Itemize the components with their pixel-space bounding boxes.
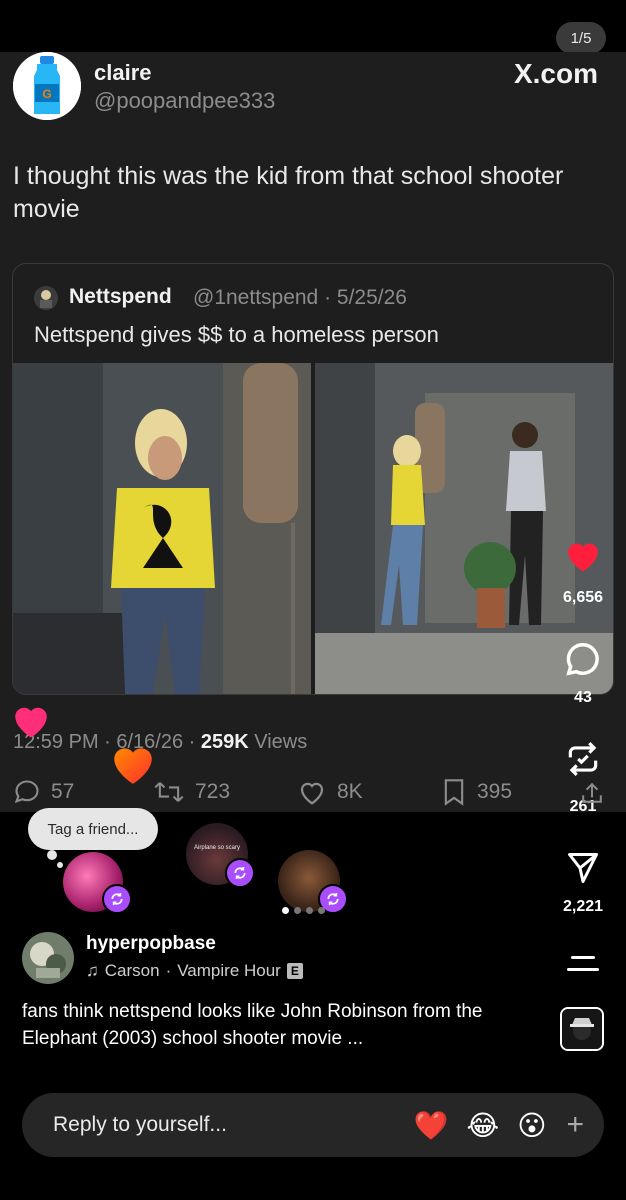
display-name[interactable]: claire: [94, 60, 152, 86]
story-caption: Airplane so scary: [193, 845, 241, 851]
quote-photos: [13, 363, 613, 694]
creator-name[interactable]: hyperpopbase: [86, 933, 216, 955]
comment-icon: [14, 780, 39, 804]
menu-icon[interactable]: [567, 952, 599, 976]
like-heart-icon[interactable]: [563, 537, 603, 573]
retweet-count: 723: [195, 780, 231, 803]
music-thumbnail[interactable]: [560, 1007, 604, 1051]
floating-heart-icon: [15, 707, 47, 738]
share-counter: 2,221: [562, 898, 604, 915]
music-note-icon: ♫: [86, 961, 99, 980]
bookmark-count: 395: [477, 780, 513, 803]
page-dot: [318, 907, 325, 914]
music-info[interactable]: ♫ Carson · Vampire Hour E: [86, 961, 303, 981]
comment-bubble-icon[interactable]: [564, 640, 602, 678]
bookmark-icon: [444, 779, 464, 806]
explicit-badge: E: [286, 963, 303, 979]
views-count: 259K: [200, 731, 249, 753]
repost-icon[interactable]: [564, 740, 602, 778]
comment-counter: 43: [574, 689, 592, 706]
quote-text: Nettspend gives $$ to a homeless person: [34, 322, 439, 347]
like-count: 8K: [337, 780, 363, 803]
heart-outline-icon: [300, 782, 324, 805]
gatorade-bottle-icon: G: [13, 52, 81, 120]
story-counter: 1/5: [556, 22, 606, 54]
bubble-tail: [57, 862, 63, 868]
tweet-timestamp: 12:59 PM · 6/16/26 · 259K Views: [13, 731, 307, 754]
music-track: Vampire Hour: [177, 961, 281, 980]
repost-badge: [102, 884, 132, 914]
quote-meta: @1nettspend · 5/25/26: [193, 286, 407, 309]
laugh-emoji-button[interactable]: 😂: [467, 1109, 500, 1142]
page-dot: [294, 907, 301, 914]
surprised-emoji-button[interactable]: 😮: [517, 1109, 546, 1142]
story-pagination: [282, 907, 325, 914]
post-caption[interactable]: fans think nettspend looks like John Rob…: [22, 998, 542, 1052]
like-action[interactable]: 8K: [297, 778, 363, 806]
tag-friend-bubble[interactable]: Tag a friend...: [28, 808, 158, 850]
user-handle[interactable]: @poopandpee333: [94, 88, 275, 114]
bubble-tail: [47, 850, 57, 860]
music-separator: ·: [165, 961, 172, 980]
site-logo: X.com: [513, 58, 598, 89]
music-artist: Carson: [104, 961, 160, 980]
creator-avatar[interactable]: [22, 932, 74, 984]
reply-count: 57: [51, 780, 75, 803]
share-up-icon[interactable]: [578, 782, 606, 804]
reply-action[interactable]: 57: [13, 778, 74, 806]
bookmark-action[interactable]: 395: [441, 778, 512, 806]
photo-left[interactable]: [13, 363, 311, 694]
retweet-action[interactable]: 723: [153, 778, 230, 806]
page-dot: [306, 907, 313, 914]
add-reaction-button[interactable]: +: [566, 1108, 584, 1142]
svg-text:G: G: [42, 87, 51, 101]
tweet-text: I thought this was the kid from that sch…: [13, 162, 564, 223]
quote-display-name: Nettspend: [69, 285, 172, 308]
send-icon[interactable]: [564, 850, 602, 886]
quoted-tweet[interactable]: Nettspend @1nettspend · 5/25/26 Nettspen…: [12, 263, 614, 695]
quote-avatar: [34, 286, 58, 310]
page-dot: [282, 907, 289, 914]
repost-icon: [234, 867, 246, 879]
user-avatar[interactable]: G: [13, 52, 81, 120]
floating-heart-icon: [114, 748, 152, 784]
reply-bar[interactable]: Reply to yourself... ❤️ 😂 😮 +: [22, 1093, 604, 1157]
repost-icon: [111, 893, 123, 905]
repost-badge: [225, 858, 255, 888]
reply-input[interactable]: Reply to yourself...: [53, 1113, 396, 1137]
heart-emoji-button[interactable]: ❤️: [414, 1109, 449, 1142]
views-label: Views: [248, 731, 308, 753]
repost-icon: [327, 893, 339, 905]
like-counter: 6,656: [562, 589, 604, 606]
